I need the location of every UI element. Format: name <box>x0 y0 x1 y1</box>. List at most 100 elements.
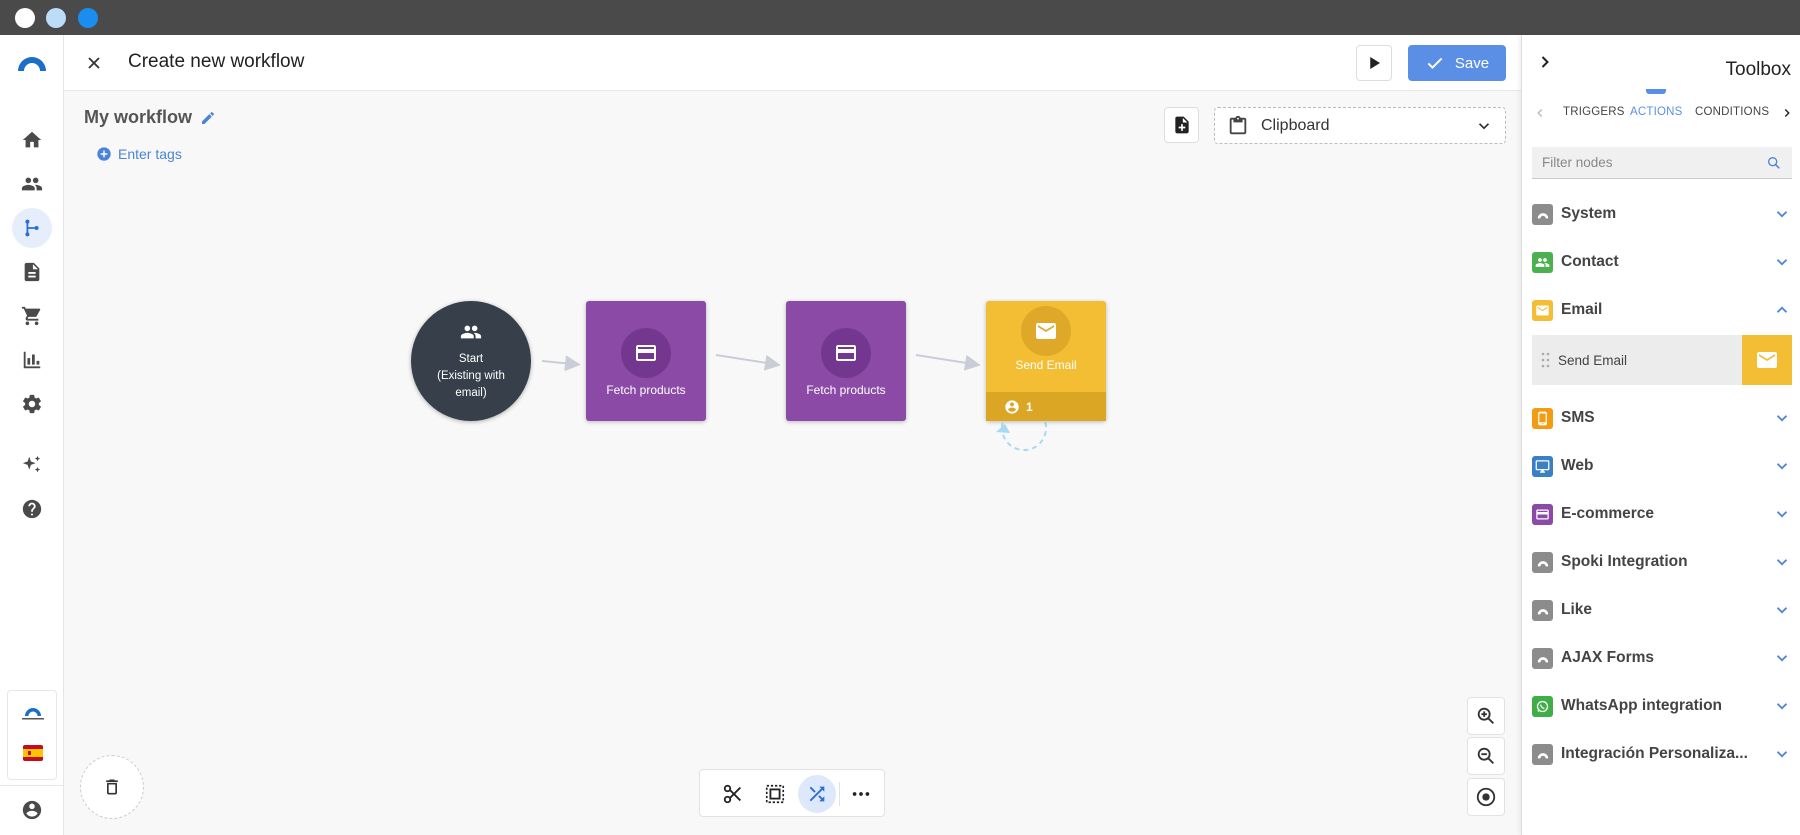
monitor-icon <box>1532 455 1553 477</box>
category-whatsapp-integration[interactable]: WhatsApp integration <box>1532 691 1792 721</box>
category-ecommerce[interactable]: E-commerce <box>1532 499 1792 529</box>
toolbox-tabs: TRIGGERS ACTIONS CONDITIONS <box>1522 95 1800 131</box>
chevron-down-icon <box>1772 504 1792 524</box>
fetch-products-node-2[interactable]: Fetch products <box>786 301 906 421</box>
send-email-node[interactable]: Send Email 1 <box>986 301 1106 421</box>
trash-icon <box>106 779 118 795</box>
chevron-down-icon <box>1772 204 1792 224</box>
tab-actions[interactable]: ACTIONS <box>1630 106 1683 118</box>
fetch-products-node-label: Fetch products <box>606 383 686 397</box>
system-icon <box>1532 599 1553 621</box>
email-icon <box>1036 323 1056 339</box>
category-integracion-personalizada[interactable]: Integración Personaliza... <box>1532 739 1792 769</box>
chevron-down-icon <box>1772 744 1792 764</box>
search-icon <box>1768 156 1780 169</box>
category-label: Email <box>1561 301 1603 318</box>
category-label: Spoki Integration <box>1561 553 1688 570</box>
chevron-down-icon <box>1772 600 1792 620</box>
category-web[interactable]: Web <box>1532 451 1792 481</box>
scissors-icon <box>723 784 741 804</box>
chevron-right-icon <box>1541 56 1549 68</box>
center-focus-icon <box>1476 787 1496 807</box>
zoom-out-button[interactable] <box>1467 737 1505 775</box>
zoom-out-icon <box>1477 747 1494 764</box>
node-contact-count[interactable]: 1 <box>986 392 1106 421</box>
edge-fetch2-to-send[interactable] <box>915 354 981 371</box>
node-icon-circle <box>621 328 671 378</box>
filter-nodes-input[interactable] <box>1542 155 1766 170</box>
category-label: System <box>1561 205 1617 222</box>
drag-handle-icon[interactable] <box>1538 350 1554 370</box>
category-label: Like <box>1561 601 1593 618</box>
more-horizontal-icon <box>852 792 870 796</box>
center-view-button[interactable] <box>1467 778 1505 816</box>
shuffle-icon <box>809 786 825 802</box>
chevron-down-icon <box>1772 252 1792 272</box>
tab-triggers[interactable]: TRIGGERS <box>1563 106 1625 118</box>
collapse-toolbox-button[interactable] <box>1534 51 1556 73</box>
workflow-edges <box>541 354 1047 452</box>
card-icon <box>1532 503 1553 525</box>
send-email-tool-item[interactable]: Send Email <box>1532 335 1792 385</box>
chevron-left-icon <box>1537 109 1543 117</box>
chevron-down-icon <box>1772 648 1792 668</box>
category-label: Web <box>1561 457 1594 474</box>
system-icon <box>1532 203 1553 225</box>
category-ajax-forms[interactable]: AJAX Forms <box>1532 643 1792 673</box>
edge-fetch1-to-fetch2[interactable] <box>715 354 781 371</box>
category-label: E-commerce <box>1561 505 1655 522</box>
toolbar-divider <box>839 782 840 806</box>
chevron-right-icon <box>1784 109 1790 117</box>
tabs-scroll-left[interactable] <box>1532 105 1548 121</box>
chevron-down-icon <box>1772 408 1792 428</box>
delete-drop-zone[interactable] <box>80 755 144 819</box>
shuffle-tool-button[interactable] <box>798 775 836 813</box>
category-system[interactable]: System <box>1532 199 1792 229</box>
category-label: AJAX Forms <box>1561 649 1655 666</box>
edge-start-to-fetch1[interactable] <box>541 355 581 372</box>
category-label: SMS <box>1561 409 1595 426</box>
category-email[interactable]: Email <box>1532 295 1792 325</box>
chevron-down-icon <box>1772 552 1792 572</box>
card-icon <box>636 345 656 361</box>
zoom-in-icon <box>1477 707 1494 724</box>
fetch-products-node-1[interactable]: Fetch products <box>586 301 706 421</box>
tabs-scroll-right[interactable] <box>1779 105 1795 121</box>
chevron-down-icon <box>1772 456 1792 476</box>
people-icon <box>460 325 482 338</box>
email-icon <box>1532 299 1553 321</box>
category-contact[interactable]: Contact <box>1532 247 1792 277</box>
category-spoki-integration[interactable]: Spoki Integration <box>1532 547 1792 577</box>
toolbox-panel: Toolbox TRIGGERS ACTIONS CONDITIONS Syst… <box>1521 35 1800 835</box>
node-icon-circle <box>821 328 871 378</box>
more-options-button[interactable] <box>842 775 880 813</box>
email-icon <box>1742 335 1792 385</box>
select-tool-button[interactable] <box>756 775 794 813</box>
start-node-label-line3: email) <box>455 386 487 399</box>
category-sms[interactable]: SMS <box>1532 403 1792 433</box>
system-icon <box>1532 551 1553 573</box>
send-email-node-label: Send Email <box>1015 358 1077 372</box>
node-icon-circle <box>1021 306 1071 356</box>
active-tab-indicator <box>1646 89 1666 94</box>
tab-conditions[interactable]: CONDITIONS <box>1695 106 1769 118</box>
system-icon <box>1532 647 1553 669</box>
start-node-label-line1: Start <box>458 352 484 365</box>
select-area-icon <box>765 784 785 804</box>
toolbox-title: Toolbox <box>1725 59 1792 80</box>
zoom-in-button[interactable] <box>1467 697 1505 735</box>
category-label: Integración Personaliza... <box>1561 745 1748 762</box>
canvas-toolbar <box>699 769 885 817</box>
user-circle-icon <box>1005 399 1019 414</box>
category-like[interactable]: Like <box>1532 595 1792 625</box>
cut-tool-button[interactable] <box>714 775 752 813</box>
phone-icon <box>1532 407 1553 429</box>
send-email-tool-label: Send Email <box>1558 352 1628 368</box>
contact-count-value: 1 <box>1026 399 1033 414</box>
fetch-products-node-label: Fetch products <box>806 383 886 397</box>
filter-nodes-field <box>1532 147 1792 179</box>
card-icon <box>836 345 856 361</box>
start-node[interactable]: Start (Existing with email) <box>411 301 531 421</box>
whatsapp-icon <box>1532 695 1553 717</box>
start-node-label-line2: (Existing with <box>437 369 505 382</box>
